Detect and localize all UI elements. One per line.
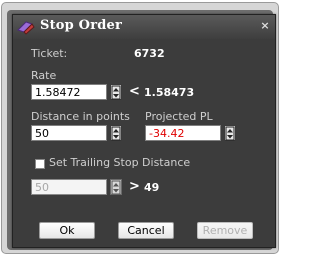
trailing-stop-label[interactable]: Set Trailing Stop Distance <box>49 156 190 169</box>
trailing-distance-input[interactable]: 50 <box>31 179 107 195</box>
trailing-distance-spinner[interactable] <box>110 179 122 195</box>
close-icon[interactable]: × <box>259 20 271 32</box>
projected-pl-input[interactable]: -34.42 <box>145 125 221 141</box>
rate-input[interactable]: 1.58472 <box>31 84 107 100</box>
rate-spinner[interactable] <box>110 84 122 100</box>
trailing-threshold: 49 <box>144 181 160 194</box>
spinner-arrows-icon <box>111 85 121 100</box>
stop-order-icon <box>17 21 35 35</box>
remove-button[interactable]: Remove <box>197 222 253 239</box>
projected-pl-label: Projected PL <box>145 110 213 123</box>
projected-pl-spinner[interactable] <box>224 125 236 141</box>
spinner-arrows-icon <box>225 126 235 141</box>
rate-comparator: < <box>129 84 140 99</box>
distance-spinner[interactable] <box>110 125 122 141</box>
spinner-arrows-icon <box>111 126 121 141</box>
dialog-title: Stop Order <box>40 18 123 33</box>
rate-threshold: 1.58473 <box>144 86 195 99</box>
trailing-comparator: > <box>129 179 140 194</box>
distance-input[interactable]: 50 <box>31 125 107 141</box>
rate-label: Rate <box>31 69 57 82</box>
spinner-arrows-icon <box>111 180 121 195</box>
ticket-value: 6732 <box>134 47 165 60</box>
stop-order-dialog: Stop Order × Ticket: 6732 Rate 1.58472 <… <box>12 14 276 248</box>
cancel-button[interactable]: Cancel <box>118 222 174 239</box>
trailing-stop-checkbox[interactable] <box>35 159 45 169</box>
dialog-titlebar[interactable]: Stop Order × <box>13 15 275 39</box>
ok-button[interactable]: Ok <box>39 222 95 239</box>
ticket-label: Ticket: <box>31 47 68 60</box>
distance-label: Distance in points <box>31 110 130 123</box>
